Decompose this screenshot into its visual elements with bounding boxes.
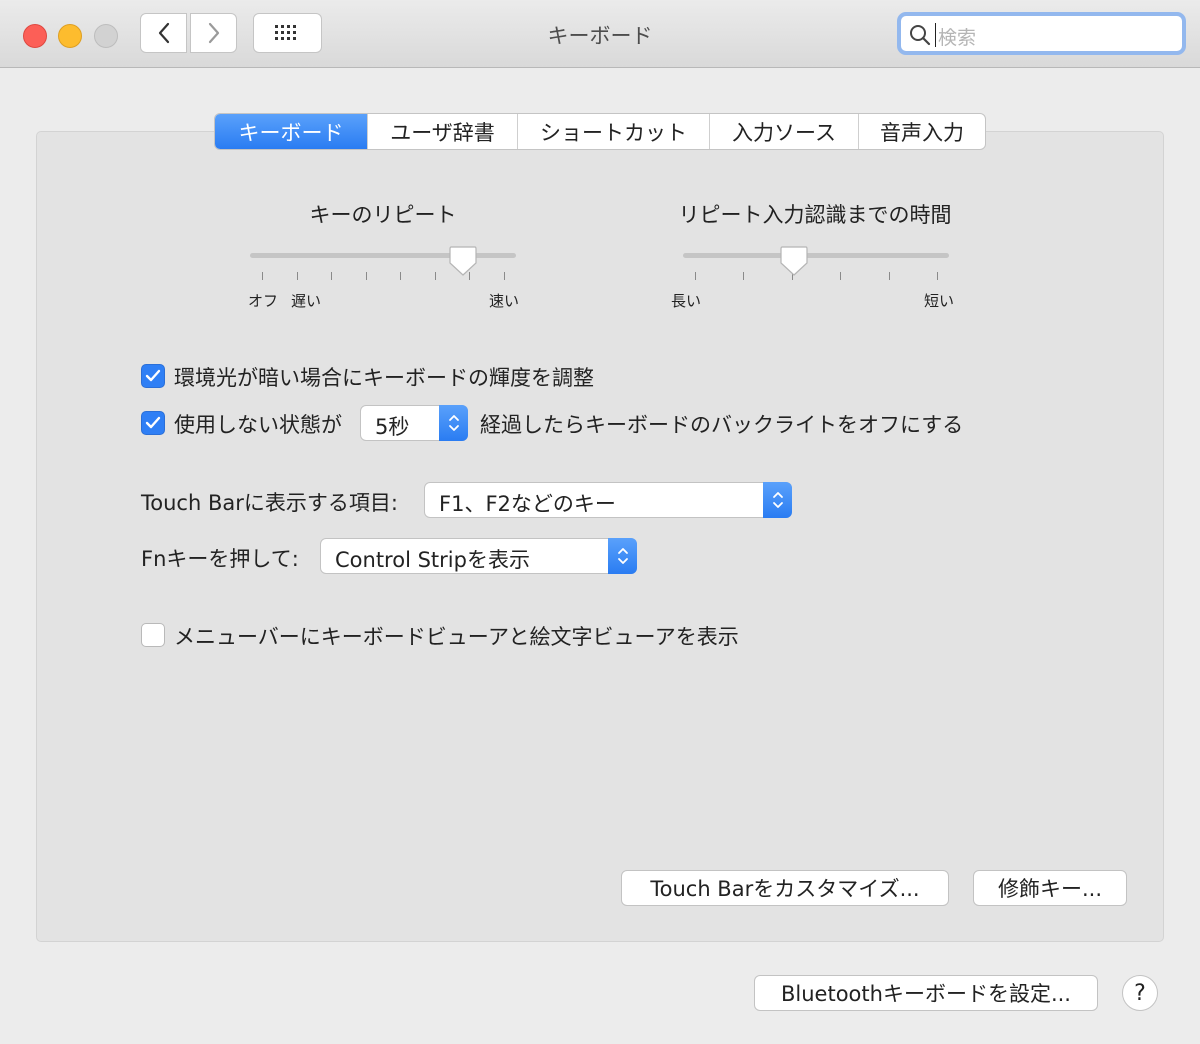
backlight-timeout-value: 5秒 xyxy=(375,415,410,439)
content-panel xyxy=(36,131,1164,942)
touch-bar-popup[interactable]: F1、F2などのキー xyxy=(424,482,792,518)
chevron-updown-icon xyxy=(608,538,637,574)
touch-bar-value: F1、F2などのキー xyxy=(439,492,616,516)
fn-key-label: Fnキーを押して: xyxy=(141,547,299,571)
key-repeat-title: キーのリピート xyxy=(309,203,457,227)
backlight-off-checkbox[interactable] xyxy=(141,411,165,435)
help-button[interactable]: ? xyxy=(1122,975,1158,1011)
delay-until-repeat-title: リピート入力認識までの時間 xyxy=(678,203,952,227)
backlight-off-label-after: 経過したらキーボードのバックライトをオフにする xyxy=(480,413,964,437)
backlight-off-label-before: 使用しない状態が xyxy=(174,413,342,437)
slider-tick xyxy=(695,272,696,280)
slider-tick xyxy=(400,272,401,280)
tab-user-dictionary[interactable]: ユーザ辞書 xyxy=(367,114,517,149)
slider-tick xyxy=(504,272,505,280)
slider-tick xyxy=(366,272,367,280)
fn-key-value: Control Stripを表示 xyxy=(335,548,530,572)
fn-key-popup[interactable]: Control Stripを表示 xyxy=(320,538,637,574)
search-placeholder: 検索 xyxy=(938,27,977,49)
adjust-brightness-label: 環境光が暗い場合にキーボードの輝度を調整 xyxy=(174,366,594,390)
customize-touch-bar-button[interactable]: Touch Barをカスタマイズ... xyxy=(621,870,949,906)
stepper-arrows-icon xyxy=(439,405,468,441)
delay-long-label: 長い xyxy=(671,292,702,310)
slider-tick xyxy=(840,272,841,280)
key-repeat-fast-label: 速い xyxy=(489,292,520,310)
checkmark-icon xyxy=(145,369,161,382)
touch-bar-label: Touch Barに表示する項目: xyxy=(141,491,398,515)
chevron-updown-icon xyxy=(763,482,792,518)
tab-keyboard[interactable]: キーボード xyxy=(215,114,367,149)
slider-tick xyxy=(262,272,263,280)
search-field[interactable]: 検索 xyxy=(897,12,1186,55)
slider-tick xyxy=(435,272,436,280)
text-cursor xyxy=(935,23,936,47)
search-icon xyxy=(910,25,931,46)
key-repeat-slow-label: 遅い xyxy=(291,292,322,310)
slider-tick xyxy=(937,272,938,280)
backlight-timeout-popup[interactable]: 5秒 xyxy=(360,405,468,441)
tab-dictation[interactable]: 音声入力 xyxy=(858,114,985,149)
slider-tick xyxy=(331,272,332,280)
slider-tick xyxy=(297,272,298,280)
delay-until-repeat-track[interactable] xyxy=(683,253,949,258)
key-repeat-off-label: オフ xyxy=(248,292,279,310)
show-viewers-checkbox[interactable] xyxy=(141,623,165,647)
adjust-brightness-checkbox[interactable] xyxy=(141,364,165,388)
key-repeat-slider-thumb[interactable] xyxy=(448,245,478,277)
tab-shortcuts[interactable]: ショートカット xyxy=(517,114,709,149)
tab-bar: キーボード ユーザ辞書 ショートカット 入力ソース 音声入力 xyxy=(214,113,986,150)
modifier-keys-button[interactable]: 修飾キー... xyxy=(973,870,1127,906)
delay-until-repeat-slider-thumb[interactable] xyxy=(779,245,809,277)
tab-input-sources[interactable]: 入力ソース xyxy=(709,114,858,149)
setup-bluetooth-keyboard-button[interactable]: Bluetoothキーボードを設定... xyxy=(754,975,1098,1011)
checkmark-icon xyxy=(145,416,161,429)
show-viewers-label: メニューバーにキーボードビューアと絵文字ビューアを表示 xyxy=(174,625,739,649)
delay-short-label: 短い xyxy=(924,292,955,310)
slider-tick xyxy=(889,272,890,280)
slider-tick xyxy=(743,272,744,280)
